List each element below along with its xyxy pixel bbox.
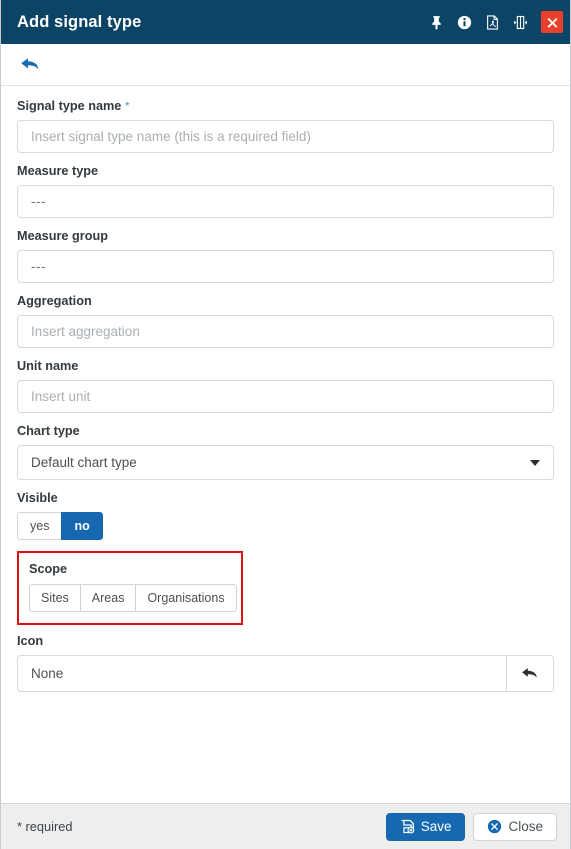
label-chart-type: Chart type xyxy=(17,424,80,438)
back-arrow-icon xyxy=(521,668,537,678)
close-icon[interactable] xyxy=(541,11,563,33)
chart-type-select[interactable]: Default chart type xyxy=(17,445,554,480)
icon-input-group: None xyxy=(17,655,554,692)
label-visible: Visible xyxy=(17,491,58,505)
chevron-down-icon xyxy=(530,459,540,466)
label-measure-group: Measure group xyxy=(17,229,108,243)
toolbar xyxy=(1,44,570,86)
measure-type-input[interactable]: --- xyxy=(17,185,554,218)
footer-bar: * required Save Close xyxy=(1,803,570,849)
required-note: * required xyxy=(17,819,73,834)
close-button[interactable]: Close xyxy=(473,812,557,841)
icon-value[interactable]: None xyxy=(18,656,506,691)
label-measure-type: Measure type xyxy=(17,164,99,178)
scope-highlight-box: Scope Sites Areas Organisations xyxy=(17,551,243,625)
pin-icon[interactable] xyxy=(428,14,445,31)
icon-reset-button[interactable] xyxy=(506,656,553,691)
titlebar-actions xyxy=(428,11,563,33)
field-measure-type: Measure type --- xyxy=(17,164,554,218)
label-aggregation: Aggregation xyxy=(17,294,92,308)
scope-option-organisations[interactable]: Organisations xyxy=(135,584,237,612)
info-icon[interactable] xyxy=(456,14,473,31)
aggregation-input[interactable]: Insert aggregation xyxy=(17,315,554,348)
scope-toggle-group: Sites Areas Organisations xyxy=(29,584,237,612)
visible-option-yes[interactable]: yes xyxy=(17,512,62,540)
close-circle-icon xyxy=(488,819,502,834)
visible-toggle-group: yes no xyxy=(17,512,103,540)
save-icon xyxy=(401,819,415,834)
field-chart-type: Chart type Default chart type xyxy=(17,424,554,480)
field-measure-group: Measure group --- xyxy=(17,229,554,283)
dialog-window: Add signal type Signal type name * Inser… xyxy=(0,0,571,849)
close-label: Close xyxy=(508,819,543,834)
signal-type-name-input[interactable]: Insert signal type name (this is a requi… xyxy=(17,120,554,153)
save-button[interactable]: Save xyxy=(385,812,466,841)
title-bar: Add signal type xyxy=(1,0,570,44)
label-signal-type-name: Signal type name * xyxy=(17,99,130,113)
chart-type-value: Default chart type xyxy=(31,455,137,470)
pdf-icon[interactable] xyxy=(484,14,501,31)
visible-option-no[interactable]: no xyxy=(61,512,103,540)
measure-group-input[interactable]: --- xyxy=(17,250,554,283)
label-unit-name: Unit name xyxy=(17,359,79,373)
label-icon: Icon xyxy=(17,634,44,648)
back-arrow-icon[interactable] xyxy=(20,56,42,73)
unit-name-input[interactable]: Insert unit xyxy=(17,380,554,413)
required-marker: * xyxy=(124,99,130,113)
resize-icon[interactable] xyxy=(512,14,529,31)
scope-option-areas[interactable]: Areas xyxy=(79,584,136,612)
field-visible: Visible yes no xyxy=(17,491,554,540)
form-area: Signal type name * Insert signal type na… xyxy=(1,86,570,803)
save-label: Save xyxy=(420,819,452,834)
label-scope: Scope xyxy=(29,562,68,576)
field-unit-name: Unit name Insert unit xyxy=(17,359,554,413)
scope-option-sites[interactable]: Sites xyxy=(29,584,80,612)
page-title: Add signal type xyxy=(17,12,142,31)
field-icon: Icon None xyxy=(17,634,554,692)
field-aggregation: Aggregation Insert aggregation xyxy=(17,294,554,348)
footer-buttons: Save Close xyxy=(385,812,557,841)
field-signal-type-name: Signal type name * Insert signal type na… xyxy=(17,99,554,153)
